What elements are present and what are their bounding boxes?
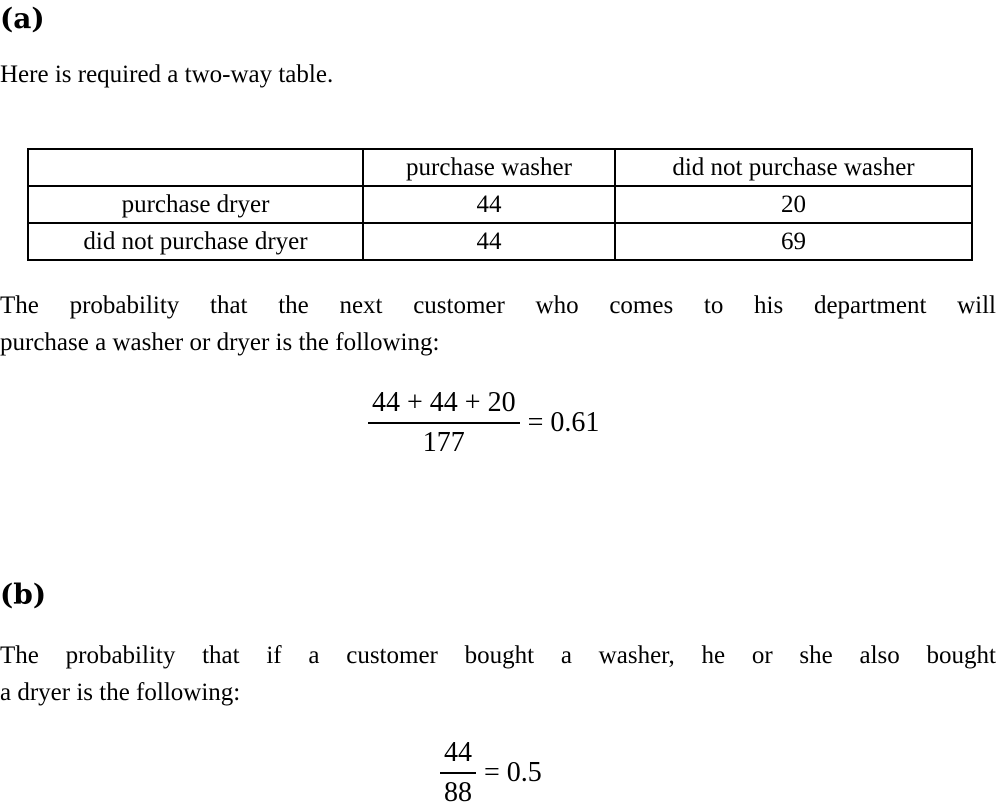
part-b-text-line2: a dryer is the following: xyxy=(0,679,241,706)
part-a-text-line1: The probability that the next customer w… xyxy=(0,292,996,319)
denominator: 88 xyxy=(444,777,472,808)
table-row: purchase dryer 44 20 xyxy=(27,185,973,224)
table-row-label: purchase dryer xyxy=(27,185,364,224)
table-header-cell: purchase washer xyxy=(362,148,616,187)
table-header-cell xyxy=(27,148,364,187)
equation-result: = 0.61 xyxy=(527,407,600,438)
equation-result: = 0.5 xyxy=(484,757,542,788)
part-a-intro: Here is required a two-way table. xyxy=(0,61,334,88)
part-b-text-line1: The probability that if a customer bough… xyxy=(0,642,996,669)
table-cell: 44 xyxy=(362,185,616,224)
fraction: 44 88 xyxy=(440,734,476,812)
fraction: 44 + 44 + 20 177 xyxy=(368,384,520,462)
table-cell: 69 xyxy=(614,222,973,261)
table-header-row: purchase washer did not purchase washer xyxy=(27,148,973,187)
part-a-equation: 44 + 44 + 20 177 = 0.61 xyxy=(368,384,599,462)
table-cell: 44 xyxy=(362,222,616,261)
table-cell: 20 xyxy=(614,185,973,224)
part-b-equation: 44 88 = 0.5 xyxy=(440,734,542,812)
numerator: 44 xyxy=(440,734,476,774)
two-way-table: purchase washer did not purchase washer … xyxy=(27,148,973,261)
table-row: did not purchase dryer 44 69 xyxy=(27,222,973,261)
table-row-label: did not purchase dryer xyxy=(27,222,364,261)
part-a-text-line2: purchase a washer or dryer is the follow… xyxy=(0,329,440,356)
table-header-cell: did not purchase washer xyxy=(614,148,973,187)
denominator: 177 xyxy=(422,427,465,458)
part-a-heading: (a) xyxy=(0,2,45,35)
part-b-heading: (b) xyxy=(0,578,47,611)
numerator: 44 + 44 + 20 xyxy=(368,384,520,424)
